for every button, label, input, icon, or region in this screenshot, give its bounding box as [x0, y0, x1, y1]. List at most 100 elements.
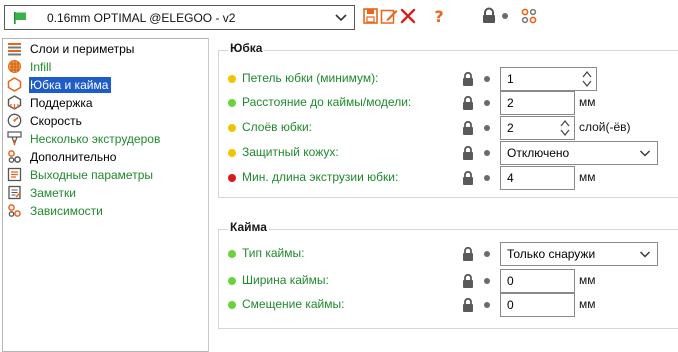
delete-icon[interactable] [399, 7, 417, 25]
option-min-skirt-length: Мин. длина экструзии юбки: 4 мм [218, 166, 678, 190]
infill-icon [8, 60, 21, 73]
brim-offset-input[interactable]: 0 [500, 293, 575, 317]
sidebar-item-speed[interactable]: Скорость [7, 112, 85, 129]
group-title: Юбка [228, 41, 265, 55]
speed-icon [7, 113, 22, 128]
sidebar-item-notes[interactable]: Заметки [7, 184, 79, 201]
option-label: Слоёв юбки: [242, 120, 313, 134]
reset-dot[interactable] [484, 150, 490, 156]
mode-bullet [228, 99, 236, 107]
lock-icon[interactable] [461, 120, 475, 136]
mode-bullet [228, 277, 236, 285]
option-label: Петель юбки (минимум): [242, 71, 379, 85]
chevron-down-icon[interactable] [639, 248, 651, 260]
output-icon [7, 167, 22, 182]
save-icon[interactable] [362, 7, 380, 25]
mode-bullet [228, 124, 236, 132]
reset-dot[interactable] [484, 175, 490, 181]
lock-icon[interactable] [461, 170, 475, 186]
reset-dot[interactable] [484, 251, 490, 257]
min-skirt-length-input[interactable]: 4 [500, 166, 575, 190]
sidebar-item-label: Выходные параметры [30, 167, 154, 182]
system-value-dot [502, 13, 508, 19]
sidebar-item-label: Заметки [30, 185, 76, 200]
support-icon [7, 95, 22, 110]
mode-bullet [228, 75, 236, 83]
brim-width-input[interactable]: 0 [500, 269, 575, 293]
unit-label: слой(-ёв) [579, 120, 631, 134]
reset-dot[interactable] [484, 302, 490, 308]
help-icon[interactable]: ? [430, 7, 448, 25]
lock-icon[interactable] [461, 145, 475, 161]
sidebar-item-label: Поддержка [30, 95, 93, 110]
sidebar-item-multiple-extruders[interactable]: Несколько экструдеров [7, 130, 163, 147]
option-brim-width: Ширина каймы: 0 мм [218, 269, 678, 293]
skirt-distance-input[interactable]: 2 [500, 91, 575, 115]
option-label: Тип каймы: [242, 246, 305, 260]
mode-bullet [228, 301, 236, 309]
layers-icon [8, 43, 21, 56]
skirt-loops-spin[interactable]: 1 [500, 67, 597, 91]
compare-icon[interactable] [520, 7, 538, 25]
option-label: Защитный кожух: [242, 145, 339, 159]
settings-category-list: Слои и периметры Infill Юбка и кайма Под… [2, 38, 209, 352]
lock-icon[interactable] [461, 95, 475, 111]
preset-name: 0.16mm OPTIMAL @ELEGOO - v2 [47, 11, 236, 25]
lock-icon[interactable] [461, 273, 475, 289]
skirt-group: Юбка Петель юбки (минимум): 1 Расстояние… [218, 41, 678, 201]
extruders-icon [7, 131, 22, 146]
skirt-icon [7, 77, 22, 92]
notes-icon [8, 185, 21, 200]
draft-shield-select[interactable]: Отключено [500, 141, 658, 165]
reset-dot[interactable] [484, 100, 490, 106]
sidebar-item-label: Дополнительно [30, 149, 117, 164]
sidebar-item-output[interactable]: Выходные параметры [7, 166, 156, 183]
sidebar-item-label: Несколько экструдеров [30, 131, 161, 146]
sidebar-item-label: Зависимости [30, 203, 103, 218]
option-label: Смещение каймы: [242, 297, 345, 311]
option-label: Расстояние до каймы/модели: [242, 95, 412, 109]
mode-bullet [228, 149, 236, 157]
chevron-down-icon[interactable] [639, 147, 651, 159]
sidebar-item-support[interactable]: Поддержка [7, 94, 96, 111]
unit-label: мм [579, 170, 596, 184]
preset-selector[interactable]: 0.16mm OPTIMAL @ELEGOO - v2 [4, 5, 355, 30]
option-skirt-distance: Расстояние до каймы/модели: 2 мм [218, 91, 678, 115]
advanced-icon [8, 150, 21, 163]
brim-type-select[interactable]: Только снаружи [500, 242, 658, 266]
reset-dot[interactable] [484, 278, 490, 284]
lock-icon[interactable] [461, 297, 475, 313]
sidebar-item-label: Слои и периметры [30, 41, 135, 56]
mode-bullet [228, 174, 236, 182]
unit-label: мм [579, 273, 596, 287]
reset-dot[interactable] [484, 125, 490, 131]
reset-dot[interactable] [484, 76, 490, 82]
unit-label: мм [579, 297, 596, 311]
skirt-height-spin[interactable]: 2 [500, 116, 575, 140]
sidebar-item-skirt-brim[interactable]: Юбка и кайма [7, 76, 112, 93]
mode-bullet [228, 250, 236, 258]
sidebar-item-advanced[interactable]: Дополнительно [7, 148, 119, 165]
toolbar: 0.16mm OPTIMAL @ELEGOO - v2 ? [0, 0, 678, 36]
lock-icon[interactable] [480, 7, 498, 25]
sidebar-item-dependencies[interactable]: Зависимости [7, 202, 106, 219]
sidebar-item-label: Скорость [30, 113, 82, 128]
spin-arrows-icon[interactable] [559, 118, 571, 138]
brim-group: Кайма Тип каймы: Только снаружи Ширина к… [218, 220, 678, 332]
sidebar-item-infill[interactable]: Infill [7, 58, 54, 75]
option-label: Ширина каймы: [242, 273, 329, 287]
flag-icon [14, 12, 26, 24]
unit-label: мм [579, 95, 596, 109]
sidebar-item-layers[interactable]: Слои и периметры [7, 40, 137, 57]
option-draft-shield: Защитный кожух: Отключено [218, 141, 678, 165]
sidebar-item-label: Infill [30, 59, 52, 74]
svg-text:?: ? [434, 7, 443, 25]
edit-icon[interactable] [380, 7, 398, 25]
option-skirt-loops: Петель юбки (минимум): 1 [218, 67, 678, 91]
sidebar-item-label: Юбка и кайма [29, 76, 112, 93]
chevron-down-icon[interactable] [334, 10, 348, 24]
spin-arrows-icon[interactable] [581, 69, 593, 89]
lock-icon[interactable] [461, 246, 475, 262]
group-title: Кайма [228, 220, 269, 234]
lock-icon[interactable] [461, 71, 475, 87]
